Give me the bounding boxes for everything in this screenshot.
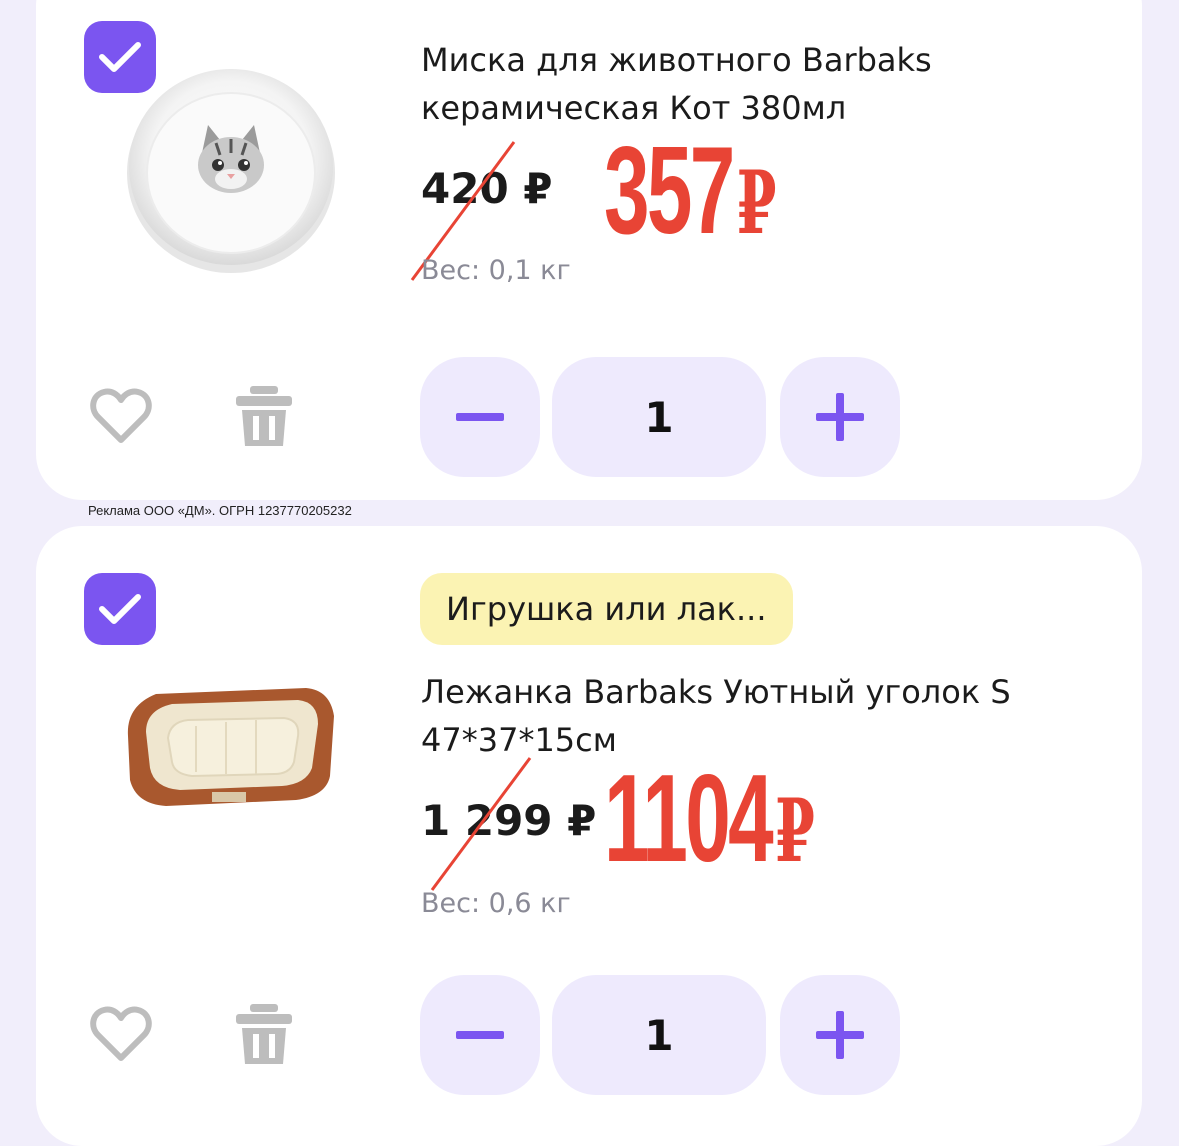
product-image-pet-bed[interactable] [116,676,346,820]
new-price: 1104₽ [604,750,815,888]
checkmark-icon [99,594,141,624]
product-image-bowl[interactable] [116,55,346,289]
heart-icon [90,388,152,443]
delete-button[interactable] [234,384,294,452]
minus-icon [456,1031,504,1039]
heart-icon [90,1006,152,1061]
promo-badge[interactable]: Игрушка или лак... [420,573,793,645]
product-weight: Вес: 0,6 кг [421,888,571,919]
ad-disclaimer: Реклама ООО «ДМ». ОГРН 1237770205232 [88,503,352,518]
plus-icon [816,393,864,441]
cart-item-card: Игрушка или лак... Лежанка Barbaks Уютны… [36,526,1142,1146]
decrease-quantity-button[interactable] [420,975,540,1095]
cat-bowl-icon [127,69,335,273]
minus-icon [456,413,504,421]
pet-bed-icon [127,688,334,806]
quantity-value[interactable]: 1 [552,357,766,477]
product-title[interactable]: Миска для животного Barbaks керамическая… [421,36,1121,132]
plus-icon [816,1011,864,1059]
item-select-checkbox[interactable] [84,573,156,645]
increase-quantity-button[interactable] [780,975,900,1095]
new-price: 357₽ [604,122,776,260]
quantity-value[interactable]: 1 [552,975,766,1095]
old-price: 420 ₽ [421,164,553,213]
favorite-button[interactable] [90,1006,152,1066]
old-price: 1 299 ₽ [421,796,597,845]
cart-item-card: Миска для животного Barbaks керамическая… [36,0,1142,500]
trash-icon [236,386,292,446]
favorite-button[interactable] [90,388,152,448]
trash-icon [236,1004,292,1064]
delete-button[interactable] [234,1002,294,1070]
decrease-quantity-button[interactable] [420,357,540,477]
product-weight: Вес: 0,1 кг [421,255,571,286]
increase-quantity-button[interactable] [780,357,900,477]
